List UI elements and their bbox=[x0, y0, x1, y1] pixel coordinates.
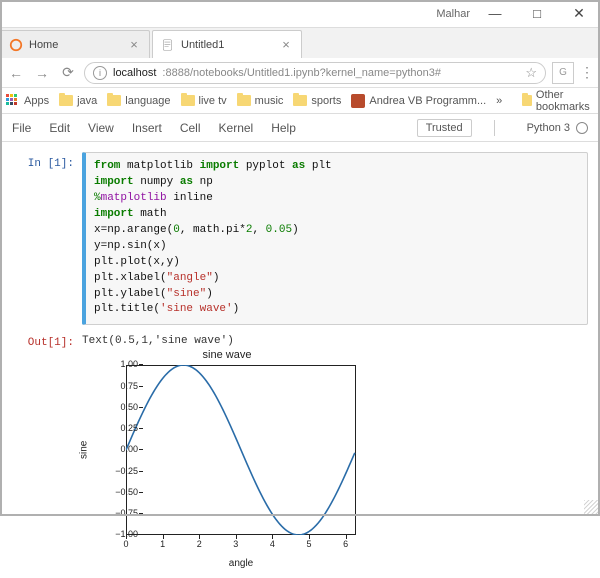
output-chart-row: sine wave sine angle −1.00−0.75−0.50−0.2… bbox=[12, 349, 588, 569]
bookmarks-bar: Apps java language live tv music sports … bbox=[0, 88, 600, 114]
resize-grip-icon[interactable] bbox=[584, 500, 598, 514]
window-close-button[interactable]: ✕ bbox=[562, 3, 596, 25]
url-host: localhost bbox=[113, 67, 156, 79]
menu-cell[interactable]: Cell bbox=[180, 121, 201, 135]
browser-toolbar: ← → ⟳ i localhost :8888/notebooks/Untitle… bbox=[0, 58, 600, 88]
notebook-menubar: File Edit View Insert Cell Kernel Help T… bbox=[0, 114, 600, 142]
xtick: 4 bbox=[262, 539, 282, 549]
window-minimize-button[interactable]: — bbox=[478, 3, 512, 25]
bookmark-star-icon[interactable]: ☆ bbox=[525, 65, 537, 81]
menu-kernel[interactable]: Kernel bbox=[219, 121, 254, 135]
menu-file[interactable]: File bbox=[12, 121, 31, 135]
kernel-indicator[interactable]: Python 3 bbox=[527, 122, 588, 134]
ytick: 0.75 bbox=[100, 381, 138, 391]
browser-tab-home[interactable]: Home × bbox=[0, 30, 150, 58]
bookmark-folder-livetv[interactable]: live tv bbox=[181, 95, 227, 107]
address-bar[interactable]: i localhost :8888/notebooks/Untitled1.ipy… bbox=[84, 62, 546, 84]
apps-button[interactable]: Apps bbox=[6, 94, 49, 108]
folder-icon bbox=[181, 95, 195, 106]
window-titlebar: Malhar — □ ✕ bbox=[0, 0, 600, 28]
in-prompt: In [1]: bbox=[12, 152, 82, 325]
sine-chart: sine wave sine angle −1.00−0.75−0.50−0.2… bbox=[82, 349, 372, 569]
apps-label: Apps bbox=[24, 95, 49, 107]
folder-icon bbox=[59, 95, 73, 106]
kernel-name: Python 3 bbox=[527, 122, 570, 134]
xtick: 6 bbox=[336, 539, 356, 549]
bookmark-folder-java[interactable]: java bbox=[59, 95, 97, 107]
menu-view[interactable]: View bbox=[88, 121, 114, 135]
bookmark-folder-language[interactable]: language bbox=[107, 95, 170, 107]
out-prompt: Out[1]: bbox=[12, 331, 82, 349]
site-info-icon[interactable]: i bbox=[93, 66, 107, 80]
xtick: 0 bbox=[116, 539, 136, 549]
xtick: 2 bbox=[189, 539, 209, 549]
nav-back-button[interactable]: ← bbox=[6, 63, 26, 83]
menu-insert[interactable]: Insert bbox=[132, 121, 162, 135]
folder-icon bbox=[107, 95, 121, 106]
nav-reload-button[interactable]: ⟳ bbox=[58, 63, 78, 83]
bookmarks-overflow-button[interactable]: » bbox=[496, 95, 502, 107]
ytick: 0.00 bbox=[100, 444, 138, 454]
ytick: 0.50 bbox=[100, 402, 138, 412]
ytick: −1.00 bbox=[100, 529, 138, 539]
separator bbox=[494, 120, 495, 136]
trusted-badge[interactable]: Trusted bbox=[417, 119, 472, 137]
other-bookmarks-button[interactable]: Other bookmarks bbox=[522, 89, 594, 113]
ytick: −0.50 bbox=[100, 487, 138, 497]
output-text: Text(0.5,1,'sine wave') bbox=[82, 331, 588, 349]
tab-close-icon[interactable]: × bbox=[127, 37, 141, 52]
output-text-row: Out[1]: Text(0.5,1,'sine wave') bbox=[12, 331, 588, 349]
search-engine-button[interactable]: G bbox=[552, 62, 574, 84]
chart-ylabel: sine bbox=[79, 441, 90, 459]
sine-curve bbox=[126, 365, 356, 535]
folder-icon bbox=[237, 95, 251, 106]
tab-close-icon[interactable]: × bbox=[279, 37, 293, 52]
ytick: −0.75 bbox=[100, 508, 138, 518]
folder-icon bbox=[293, 95, 307, 106]
kernel-status-icon bbox=[576, 122, 588, 134]
menu-edit[interactable]: Edit bbox=[49, 121, 70, 135]
xtick: 1 bbox=[153, 539, 173, 549]
nav-forward-button[interactable]: → bbox=[32, 63, 52, 83]
notebook-icon bbox=[161, 38, 175, 52]
site-icon bbox=[351, 94, 365, 108]
ytick: 0.25 bbox=[100, 423, 138, 433]
ytick: 1.00 bbox=[100, 359, 138, 369]
window-maximize-button[interactable]: □ bbox=[520, 3, 554, 25]
browser-menu-button[interactable]: ⋮ bbox=[580, 64, 594, 81]
code-input-area[interactable]: from matplotlib import pyplot as plt imp… bbox=[82, 152, 588, 325]
notebook-area: In [1]: from matplotlib import pyplot as… bbox=[0, 142, 600, 577]
menu-help[interactable]: Help bbox=[271, 121, 296, 135]
xtick: 3 bbox=[226, 539, 246, 549]
ytick: −0.25 bbox=[100, 466, 138, 476]
bookmark-folder-sports[interactable]: sports bbox=[293, 95, 341, 107]
tab-title: Untitled1 bbox=[181, 39, 273, 51]
bookmark-folder-music[interactable]: music bbox=[237, 95, 284, 107]
folder-icon bbox=[522, 95, 532, 106]
url-path: :8888/notebooks/Untitled1.ipynb?kernel_n… bbox=[162, 67, 441, 79]
browser-tab-untitled1[interactable]: Untitled1 × bbox=[152, 30, 302, 58]
chart-xlabel: angle bbox=[126, 558, 356, 569]
xtick: 5 bbox=[299, 539, 319, 549]
apps-grid-icon bbox=[6, 94, 20, 108]
code-cell[interactable]: In [1]: from matplotlib import pyplot as… bbox=[12, 152, 588, 325]
bookmark-site-andrea[interactable]: Andrea VB Programm... bbox=[351, 94, 486, 108]
tab-title: Home bbox=[29, 39, 121, 51]
window-username: Malhar bbox=[436, 8, 470, 20]
jupyter-icon bbox=[9, 38, 23, 52]
browser-tabstrip: Home × Untitled1 × bbox=[0, 28, 600, 58]
